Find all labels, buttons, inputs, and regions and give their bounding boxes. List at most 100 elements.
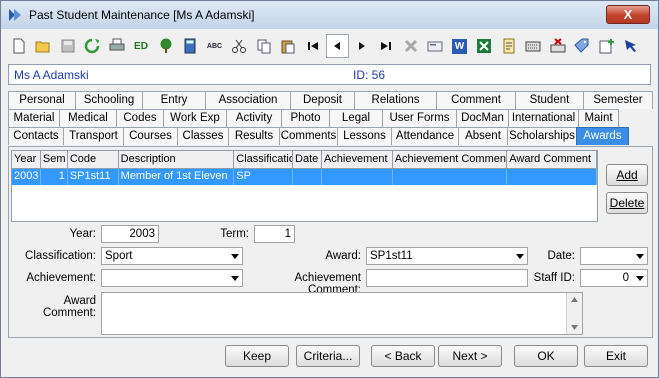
term-label: Term: bbox=[220, 228, 249, 240]
achievement-comment-field[interactable] bbox=[366, 269, 528, 287]
tab-schooling[interactable]: Schooling bbox=[75, 91, 143, 109]
open-folder-icon[interactable] bbox=[32, 34, 55, 58]
ok-button[interactable]: OK bbox=[514, 345, 578, 367]
tab-student[interactable]: Student bbox=[515, 91, 584, 109]
print-icon[interactable] bbox=[105, 34, 128, 58]
add-button[interactable]: Add bbox=[606, 164, 648, 186]
keyboard-icon[interactable] bbox=[522, 34, 545, 58]
tab-contacts[interactable]: Contacts bbox=[8, 127, 64, 145]
save-icon[interactable] bbox=[56, 34, 79, 58]
tab-absent[interactable]: Absent bbox=[458, 127, 508, 145]
year-field[interactable]: 2003 bbox=[101, 225, 159, 243]
tab-entry[interactable]: Entry bbox=[142, 91, 206, 109]
date-picker[interactable] bbox=[580, 247, 648, 265]
term-field[interactable]: 1 bbox=[254, 225, 295, 243]
award-label: Award: bbox=[325, 250, 361, 262]
tab-international[interactable]: International bbox=[508, 109, 579, 127]
tab-deposit[interactable]: Deposit bbox=[290, 91, 355, 109]
column-header-classification[interactable]: Classification bbox=[234, 151, 294, 169]
delete-button-label: Delete bbox=[609, 196, 645, 210]
ed-icon[interactable]: ED bbox=[130, 34, 153, 58]
chevron-down-icon[interactable] bbox=[227, 270, 242, 286]
tab-semester[interactable]: Semester bbox=[583, 91, 653, 109]
column-header-year[interactable]: Year bbox=[12, 151, 41, 169]
copy-icon[interactable] bbox=[252, 34, 275, 58]
tab-codes[interactable]: Codes bbox=[116, 109, 164, 127]
tab-relations[interactable]: Relations bbox=[354, 91, 437, 109]
tab-transport[interactable]: Transport bbox=[63, 127, 124, 145]
tab-awards[interactable]: Awards bbox=[576, 127, 629, 145]
tab-attendance[interactable]: Attendance bbox=[391, 127, 459, 145]
column-header-date[interactable]: Date bbox=[293, 151, 322, 169]
delete-icon[interactable] bbox=[399, 34, 422, 58]
tab-activity[interactable]: Activity bbox=[226, 109, 282, 127]
award-select[interactable]: SP1st11 bbox=[366, 247, 528, 265]
tab-material[interactable]: Material bbox=[8, 109, 60, 127]
scroll-up-icon[interactable] bbox=[571, 297, 578, 302]
column-header-achievement-comment[interactable]: Achievement Comment bbox=[392, 151, 508, 169]
next-button[interactable]: Next > bbox=[438, 345, 502, 367]
previous-record-icon[interactable] bbox=[325, 34, 349, 58]
spellcheck-icon[interactable]: ABC bbox=[203, 34, 226, 58]
column-header-sem[interactable]: Sem bbox=[40, 151, 68, 169]
tag-icon[interactable] bbox=[571, 34, 594, 58]
tab-comment[interactable]: Comment bbox=[436, 91, 516, 109]
new-icon[interactable] bbox=[7, 34, 30, 58]
criteria-button[interactable]: Criteria... bbox=[296, 345, 360, 367]
keep-button[interactable]: Keep bbox=[225, 345, 289, 367]
chevron-down-icon[interactable] bbox=[227, 248, 242, 264]
tab-classes[interactable]: Classes bbox=[177, 127, 229, 145]
tab-personal[interactable]: Personal bbox=[8, 91, 76, 109]
staff-id-select[interactable]: 0 bbox=[580, 269, 648, 287]
cell-achievement bbox=[322, 169, 393, 185]
column-header-code[interactable]: Code bbox=[67, 151, 119, 169]
tab-medical[interactable]: Medical bbox=[59, 109, 117, 127]
cut-icon[interactable] bbox=[228, 34, 251, 58]
tab-user-forms[interactable]: User Forms bbox=[382, 109, 457, 127]
award-comment-scrollbar[interactable] bbox=[566, 293, 582, 334]
tree-icon[interactable] bbox=[154, 34, 177, 58]
calculator-icon[interactable] bbox=[179, 34, 202, 58]
tab-courses[interactable]: Courses bbox=[123, 127, 178, 145]
toolbar: ED ABC W bbox=[7, 31, 652, 61]
excel-icon[interactable] bbox=[473, 34, 496, 58]
first-record-icon[interactable] bbox=[301, 34, 324, 58]
word-icon[interactable]: W bbox=[448, 34, 471, 58]
tab-association[interactable]: Association bbox=[205, 91, 291, 109]
classification-select[interactable]: Sport bbox=[101, 247, 243, 265]
next-record-icon[interactable] bbox=[350, 34, 373, 58]
tab-scholarships[interactable]: Scholarships bbox=[507, 127, 577, 145]
award-comment-field[interactable] bbox=[101, 292, 583, 335]
cross-stamp-icon[interactable] bbox=[546, 34, 569, 58]
paste-icon[interactable] bbox=[277, 34, 300, 58]
exit-button[interactable]: Exit bbox=[584, 345, 648, 367]
tab-lessons[interactable]: Lessons bbox=[337, 127, 392, 145]
last-record-icon[interactable] bbox=[375, 34, 398, 58]
refresh-icon[interactable] bbox=[81, 34, 104, 58]
table-row[interactable]: 2003 1 SP1st11 Member of 1st Eleven SP bbox=[12, 169, 597, 185]
tab-maint[interactable]: Maint bbox=[578, 109, 619, 127]
tab-work-exp[interactable]: Work Exp bbox=[163, 109, 227, 127]
close-button[interactable]: X bbox=[606, 5, 650, 24]
back-button[interactable]: < Back bbox=[371, 345, 435, 367]
scroll-down-icon[interactable] bbox=[571, 325, 578, 330]
delete-button[interactable]: Delete bbox=[606, 192, 648, 214]
tab-docman[interactable]: DocMan bbox=[456, 109, 509, 127]
report-icon[interactable] bbox=[497, 34, 520, 58]
tab-comments[interactable]: Comments bbox=[279, 127, 338, 145]
chevron-down-icon[interactable] bbox=[632, 248, 647, 264]
achievement-select[interactable] bbox=[101, 269, 243, 287]
tab-results[interactable]: Results bbox=[228, 127, 280, 145]
cell-award-comment bbox=[507, 169, 597, 185]
column-header-award-comment[interactable]: Award Comment bbox=[507, 151, 597, 169]
card-icon[interactable] bbox=[424, 34, 447, 58]
column-header-description[interactable]: Description bbox=[118, 151, 235, 169]
chevron-down-icon[interactable] bbox=[632, 270, 647, 286]
chevron-down-icon[interactable] bbox=[512, 248, 527, 264]
column-header-achievement[interactable]: Achievement bbox=[321, 151, 393, 169]
edit-add-icon[interactable] bbox=[595, 34, 618, 58]
tab-photo[interactable]: Photo bbox=[281, 109, 330, 127]
tab-legal[interactable]: Legal bbox=[329, 109, 383, 127]
pointer-icon[interactable] bbox=[620, 34, 643, 58]
bottom-button-bar: Keep Criteria... < Back Next > OK Exit bbox=[1, 341, 658, 377]
